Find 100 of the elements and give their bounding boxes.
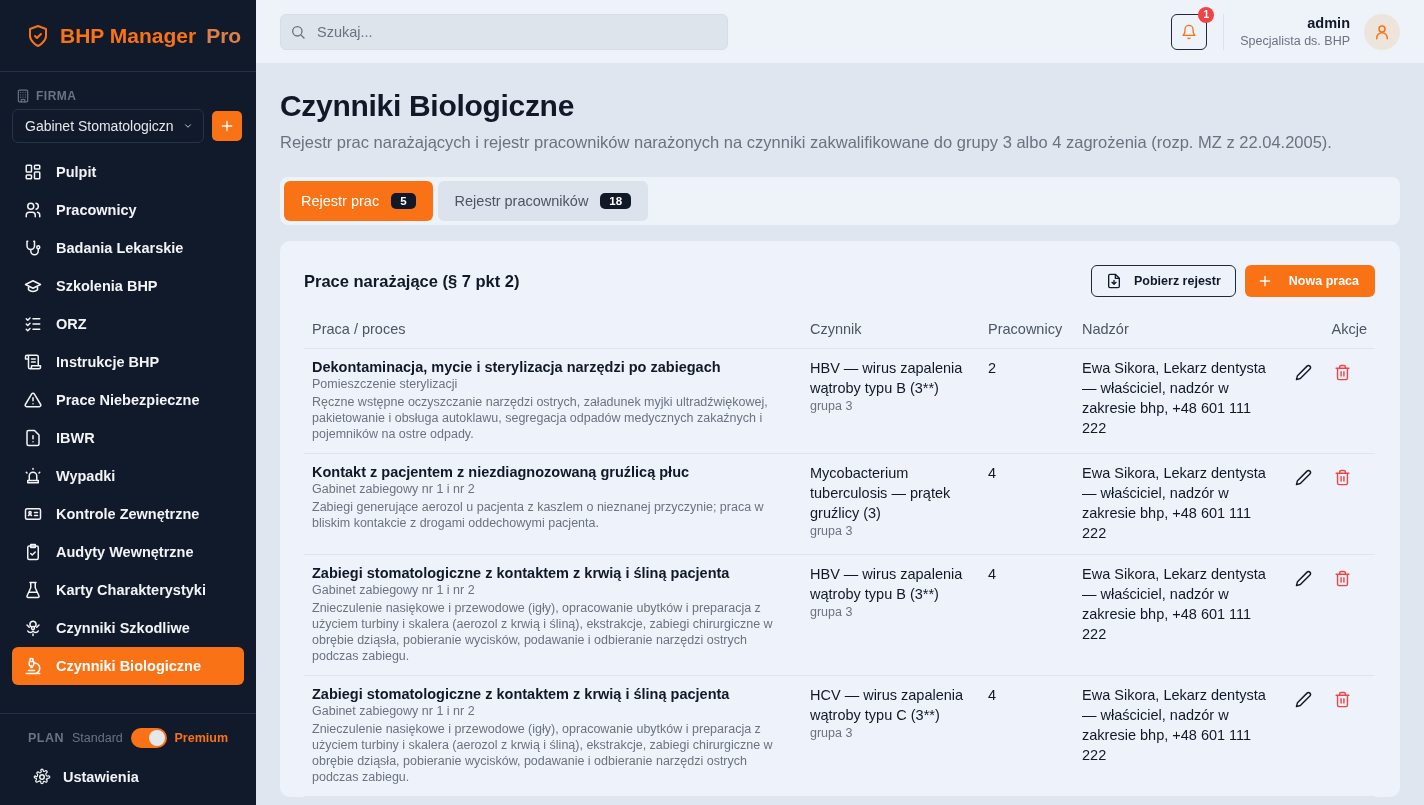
column-header: Praca / proces	[304, 311, 802, 349]
sidebar-item[interactable]: ORZ	[12, 305, 244, 343]
siren-icon	[24, 467, 42, 485]
work-description: Znieczulenie nasiękowe i przewodowe (igły), opracowanie ubytków i preparacja z użyciem turbiny i skalera (aerozol z krwią i śliną), ekstrakcje, zabiegi chirurgiczne w obrębie dziąsła, pobieranie wycisków, podawanie i odbieranie narzędzi ostrych podczas zabiegu.	[312, 600, 774, 664]
work-location: Pomieszczenie sterylizacji	[312, 376, 459, 392]
work-description: Ręczne wstępne oczyszczanie narzędzi ostrych, załadunek myjki ultradźwiękowej, pakietowanie i obsługa autoklawu, segregacja odpadów medycznych zakaźnych i pojemników na ostre odpady.	[312, 394, 769, 442]
table-cell: 4	[988, 566, 997, 582]
trash-icon	[1334, 364, 1351, 381]
stethoscope-icon	[24, 239, 42, 257]
app-name: BHP Manager	[60, 23, 197, 48]
user-role: Specjalista ds. BHP	[1240, 34, 1350, 48]
pencil-icon	[1295, 691, 1312, 708]
agent-name: HBV — wirus zapalenia wątroby typu B (3**)	[810, 565, 964, 604]
pencil-icon	[1295, 469, 1312, 486]
agent-name: HCV — wirus zapalenia wątroby typu C (3**)	[810, 686, 965, 725]
pencil-icon	[1295, 364, 1312, 381]
sidebar-item[interactable]: Prace Niebezpieczne	[12, 381, 244, 419]
page-subtitle: Rejestr prac narażających i rejestr pracowników narażonych na czynniki zakwalifikowane do grupy 3 albo 4 zagrożenia (rozp. MZ z 22.04.2005).	[280, 133, 1333, 152]
work-description: Zabiegi generujące aerozol u pacjenta z kaszlem o nieznanej przyczynie; praca w bliskim kontakcie z drogami oddechowymi pacjenta.	[312, 499, 765, 531]
edit-button[interactable]	[1295, 469, 1312, 486]
shield-check-icon	[26, 23, 50, 48]
scroll-icon	[24, 353, 42, 371]
page-title: Czynniki Biologiczne	[280, 89, 576, 123]
work-title: Zabiegi stomatologiczne z kontaktem z krwią i śliną pacjenta	[312, 564, 731, 582]
plus-icon	[219, 118, 235, 134]
work-title: Zabiegi stomatologiczne z kontaktem z krwią i śliną pacjenta	[312, 685, 731, 703]
warning-icon	[24, 391, 42, 409]
work-location: Gabinet zabiegowy nr 1 i nr 2	[312, 582, 476, 598]
sidebar-item[interactable]: Wypadki	[12, 457, 244, 495]
section-label: FIRMA	[36, 89, 77, 103]
grid-icon	[24, 163, 42, 181]
table-cell: Ewa Sikora, Lekarz dentysta — właściciel, nadzór w zakresie bhp, +48 601 111 222	[1082, 360, 1266, 436]
edit-button[interactable]	[1295, 570, 1312, 587]
table-cell: 4	[988, 465, 997, 481]
notification-badge: 1	[1198, 6, 1215, 23]
graduation-cap-icon	[24, 277, 42, 295]
add-company-button[interactable]	[212, 111, 242, 141]
sidebar-item[interactable]: Audyty Wewnętrzne	[12, 533, 244, 571]
plan-option: Standard	[72, 731, 123, 745]
sidebar-item[interactable]: Badania Lekarskie	[12, 229, 244, 267]
sidebar-item[interactable]: Karty Charakterystyki	[12, 571, 244, 609]
work-title: Dekontaminacja, mycie i sterylizacja narzędzi po zabiegach	[312, 358, 722, 376]
download-button[interactable]: Pobierz rejestr	[1091, 265, 1236, 297]
trash-icon	[1334, 570, 1351, 587]
checklist-icon	[24, 315, 42, 333]
delete-button[interactable]	[1334, 364, 1351, 381]
agent-name: HBV — wirus zapalenia wątroby typu B (3**)	[810, 359, 964, 398]
table-cell: Ewa Sikora, Lekarz dentysta — właściciel, nadzór w zakresie bhp, +48 601 111 222	[1082, 687, 1266, 763]
file-alert-icon	[24, 429, 42, 447]
clipboard-check-icon	[24, 543, 42, 561]
table-cell: Ewa Sikora, Lekarz dentysta — właściciel, nadzór w zakresie bhp, +48 601 111 222	[1082, 465, 1266, 541]
count-badge: 18	[600, 193, 632, 209]
flask-icon	[24, 581, 42, 599]
users-icon	[24, 201, 42, 219]
edit-button[interactable]	[1295, 364, 1312, 381]
table-cell: Ewa Sikora, Lekarz dentysta — właściciel, nadzór w zakresie bhp, +48 601 111 222	[1082, 566, 1266, 642]
column-header: Akcje	[1279, 311, 1375, 349]
sidebar-item[interactable]: Czynniki Szkodliwe	[12, 609, 244, 647]
plan-label: PLAN	[28, 731, 65, 745]
id-card-icon	[24, 505, 42, 523]
delete-button[interactable]	[1334, 469, 1351, 486]
column-header: Nadzór	[1074, 311, 1279, 349]
search-icon	[290, 23, 306, 40]
tab[interactable]: Rejestr pracowników 18	[437, 181, 649, 221]
plan-option: Premium	[174, 731, 228, 745]
settings-icon	[33, 768, 51, 786]
column-header: Pracownicy	[980, 311, 1074, 349]
column-header: Czynnik	[802, 311, 980, 349]
agent-group: grupa 3	[810, 398, 972, 414]
product-tier-label: Pro	[206, 23, 242, 48]
chevron-down-icon	[183, 121, 193, 131]
microscope-icon	[24, 657, 42, 675]
delete-button[interactable]	[1334, 570, 1351, 587]
work-title: Kontakt z pacjentem z niezdiagnozowaną gruźlicą płuc	[312, 463, 691, 481]
trash-icon	[1334, 469, 1351, 486]
building-icon	[16, 89, 30, 103]
delete-button[interactable]	[1334, 691, 1351, 708]
sidebar-item[interactable]: Pulpit	[12, 153, 244, 191]
sidebar-item[interactable]: IBWR	[12, 419, 244, 457]
sidebar-item[interactable]: Pracownicy	[12, 191, 244, 229]
agent-group: grupa 3	[810, 523, 972, 539]
work-location: Gabinet zabiegowy nr 1 i nr 2	[312, 703, 476, 719]
section-title: Prace narażające (§ 7 pkt 2)	[304, 271, 521, 291]
settings-link[interactable]: Ustawienia	[28, 768, 228, 786]
plan-toggle[interactable]	[130, 728, 167, 748]
count-badge: 5	[391, 193, 416, 209]
file-download-icon	[1106, 273, 1122, 289]
trash-icon	[1334, 691, 1351, 708]
sidebar-item[interactable]: Instrukcje BHP	[12, 343, 244, 381]
edit-button[interactable]	[1295, 691, 1312, 708]
table-cell: 4	[988, 687, 997, 703]
agent-group: grupa 3	[810, 725, 972, 741]
company-select[interactable]: Gabinet Stomatologiczn	[12, 109, 204, 143]
table-cell: 2	[988, 360, 997, 376]
search-field[interactable]: Szukaj...	[280, 13, 728, 50]
work-description: Znieczulenie nasiękowe i przewodowe (igły), opracowanie ubytków i preparacja z użyciem turbiny i skalera (aerozol z krwią i śliną), ekstrakcje, zabiegi chirurgiczne w obrębie dziąsła, pobieranie wycisków, podawanie i odbieranie narzędzi ostrych podczas zabiegu.	[312, 721, 774, 785]
bell-icon	[1181, 23, 1198, 40]
sidebar-item[interactable]: Szkolenia BHP	[12, 267, 244, 305]
sidebar-item[interactable]: Kontrole Zewnętrzne	[12, 495, 244, 533]
tab[interactable]: Rejestr prac 5	[284, 181, 433, 221]
